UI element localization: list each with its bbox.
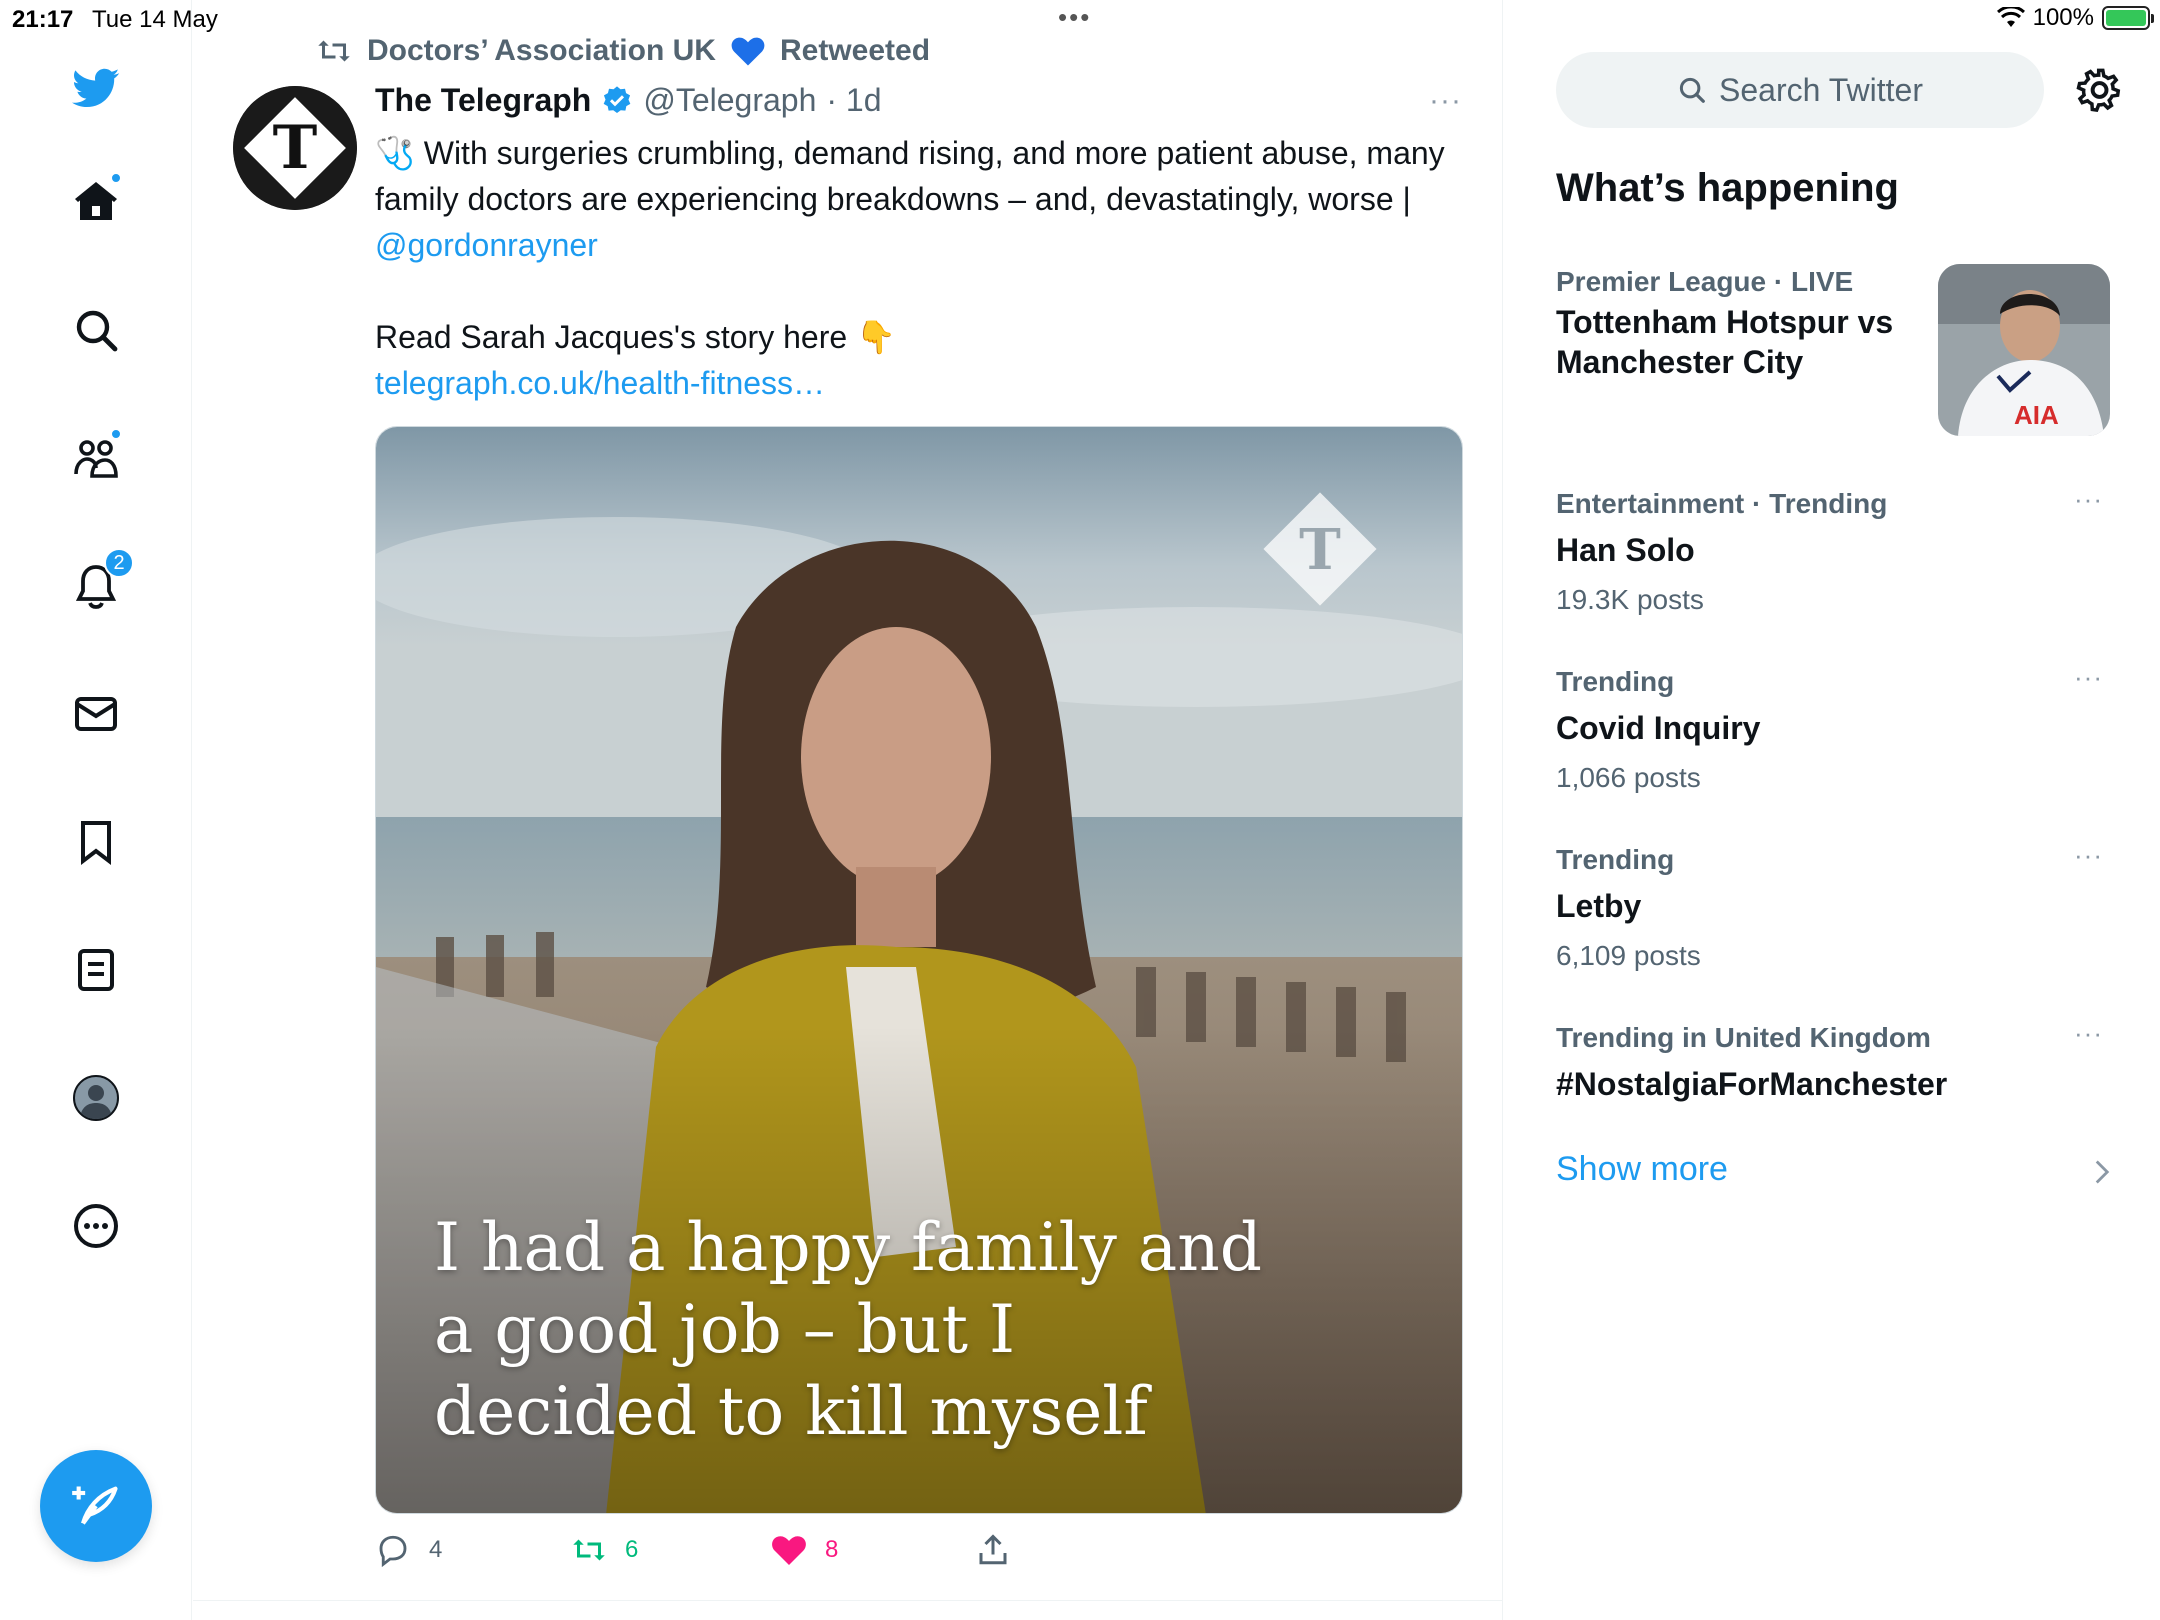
compose-tweet-icon xyxy=(72,1486,118,1525)
reply-icon xyxy=(379,1535,407,1568)
author-avatar[interactable]: T xyxy=(233,86,357,210)
reply-count: 4 xyxy=(429,1536,443,1563)
trend-name: Tottenham Hotspur vs Manchester City xyxy=(1556,304,1894,380)
trend-meta: Trending xyxy=(1556,844,1675,875)
tweet-media-image[interactable]: T I had a happy family and a good job – … xyxy=(375,426,1463,1514)
trend-count: 6,109 posts xyxy=(1556,940,1701,971)
trend-item[interactable]: Premier League · LIVE Tottenham Hotspur … xyxy=(1556,262,1926,382)
communities-button[interactable] xyxy=(52,414,140,502)
trend-meta: Entertainment · Trending xyxy=(1556,488,1888,519)
compose-button[interactable] xyxy=(40,1450,152,1562)
svg-text:AIA: AIA xyxy=(2014,400,2059,430)
trend-name: Letby xyxy=(1556,888,1642,924)
trend-thumbnail-image[interactable]: AIA xyxy=(1938,264,2110,436)
author-handle[interactable]: @Telegraph xyxy=(643,82,816,119)
heart-icon xyxy=(772,1536,806,1565)
right-sidebar: Search Twitter What’s happening Premier … xyxy=(1504,0,2160,1620)
timeline: Doctors’ Association UK Retweeted T The … xyxy=(193,0,1503,1620)
trend-more-button[interactable]: ··· xyxy=(2074,484,2103,515)
search-icon xyxy=(76,310,118,352)
trend-more-button[interactable]: ··· xyxy=(2074,1018,2103,1049)
reply-button[interactable]: 4 xyxy=(375,1532,442,1568)
home-icon xyxy=(75,182,117,220)
retweet-button[interactable]: 6 xyxy=(571,1532,638,1568)
trend-item[interactable]: Entertainment · Trending Han Solo 19.3K … xyxy=(1556,484,2116,624)
messages-button[interactable] xyxy=(52,670,140,758)
home-button[interactable] xyxy=(52,158,140,246)
trend-count: 1,066 posts xyxy=(1556,762,1701,793)
lists-button[interactable] xyxy=(52,926,140,1014)
trend-meta: Trending in United Kingdom xyxy=(1556,1022,1931,1053)
retweet-count: 6 xyxy=(625,1536,639,1563)
telegraph-watermark-icon: T xyxy=(1258,487,1382,611)
divider xyxy=(193,1600,1503,1601)
retweeted-label: Retweeted xyxy=(779,34,931,67)
messages-icon xyxy=(75,697,117,731)
tweet-text-line2: Read Sarah Jacques's story here 👇 xyxy=(375,319,896,355)
blue-heart-icon xyxy=(731,37,765,66)
search-input[interactable]: Search Twitter xyxy=(1556,52,2044,128)
verified-badge-icon xyxy=(603,85,631,113)
tweet-more-button[interactable]: ··· xyxy=(1429,84,1462,118)
show-more-link[interactable]: Show more xyxy=(1556,1150,1728,1189)
more-icon xyxy=(74,1204,118,1248)
media-headline: I had a happy family and a good job – bu… xyxy=(434,1209,1263,1450)
retweet-context[interactable]: Doctors’ Association UK Retweeted xyxy=(315,34,930,68)
retweeted-by-name: Doctors’ Association UK xyxy=(367,34,716,67)
left-nav: 2 xyxy=(0,0,192,1620)
mention-link[interactable]: @gordonrayner xyxy=(375,227,598,263)
trend-meta: Premier League · LIVE xyxy=(1556,266,1854,297)
bookmarks-icon xyxy=(81,821,111,866)
communities-unread-dot xyxy=(110,428,122,440)
tweet-actions: 4 6 8 xyxy=(375,1532,1463,1572)
search-placeholder: Search Twitter xyxy=(1719,71,1923,108)
tweet-text-line1: 🩺 With surgeries crumbling, demand risin… xyxy=(375,135,1445,217)
trend-more-button[interactable]: ··· xyxy=(2074,662,2103,693)
twitter-logo-icon[interactable] xyxy=(52,44,140,132)
trend-meta: Trending xyxy=(1556,666,1675,697)
tweet-time[interactable]: · 1d xyxy=(826,82,881,119)
share-button[interactable] xyxy=(975,1532,1011,1568)
trend-item[interactable]: Trending in United Kingdom #NostalgiaFor… xyxy=(1556,1018,2116,1110)
notifications-badge: 2 xyxy=(104,548,134,578)
communities-icon xyxy=(74,440,118,478)
trend-more-button[interactable]: ··· xyxy=(2074,840,2103,871)
retweet-icon xyxy=(573,1539,605,1561)
profile-button[interactable] xyxy=(52,1054,140,1142)
share-icon xyxy=(979,1534,1007,1565)
svg-text:T: T xyxy=(1299,517,1341,583)
trend-name: Han Solo xyxy=(1556,532,1695,568)
trend-count: 19.3K posts xyxy=(1556,584,1704,615)
tweet-header: The Telegraph @Telegraph · 1d xyxy=(375,82,882,119)
bookmarks-button[interactable] xyxy=(52,798,140,886)
trend-item[interactable]: Trending Letby 6,109 posts xyxy=(1556,840,2116,980)
like-button[interactable]: 8 xyxy=(771,1532,838,1568)
svg-text:T: T xyxy=(273,113,318,183)
article-link[interactable]: telegraph.co.uk/health-fitness… xyxy=(375,365,825,401)
chevron-right-icon xyxy=(2095,1160,2110,1184)
trend-name: #NostalgiaForManchester xyxy=(1556,1066,1948,1102)
profile-icon xyxy=(73,1075,119,1121)
notifications-button[interactable]: 2 xyxy=(52,542,140,630)
tweet-text: 🩺 With surgeries crumbling, demand risin… xyxy=(375,130,1455,406)
search-icon xyxy=(1679,77,1705,103)
author-name[interactable]: The Telegraph xyxy=(375,82,591,119)
trend-name: Covid Inquiry xyxy=(1556,710,1761,746)
explore-button[interactable] xyxy=(52,286,140,374)
trends-heading: What’s happening xyxy=(1556,166,1899,210)
like-count: 8 xyxy=(825,1536,839,1563)
retweet-icon xyxy=(318,40,350,62)
lists-icon xyxy=(78,949,114,991)
trend-item[interactable]: Trending Covid Inquiry 1,066 posts xyxy=(1556,662,2116,802)
home-unread-dot xyxy=(110,172,122,184)
more-button[interactable] xyxy=(52,1182,140,1270)
settings-gear-icon[interactable] xyxy=(2074,64,2126,116)
